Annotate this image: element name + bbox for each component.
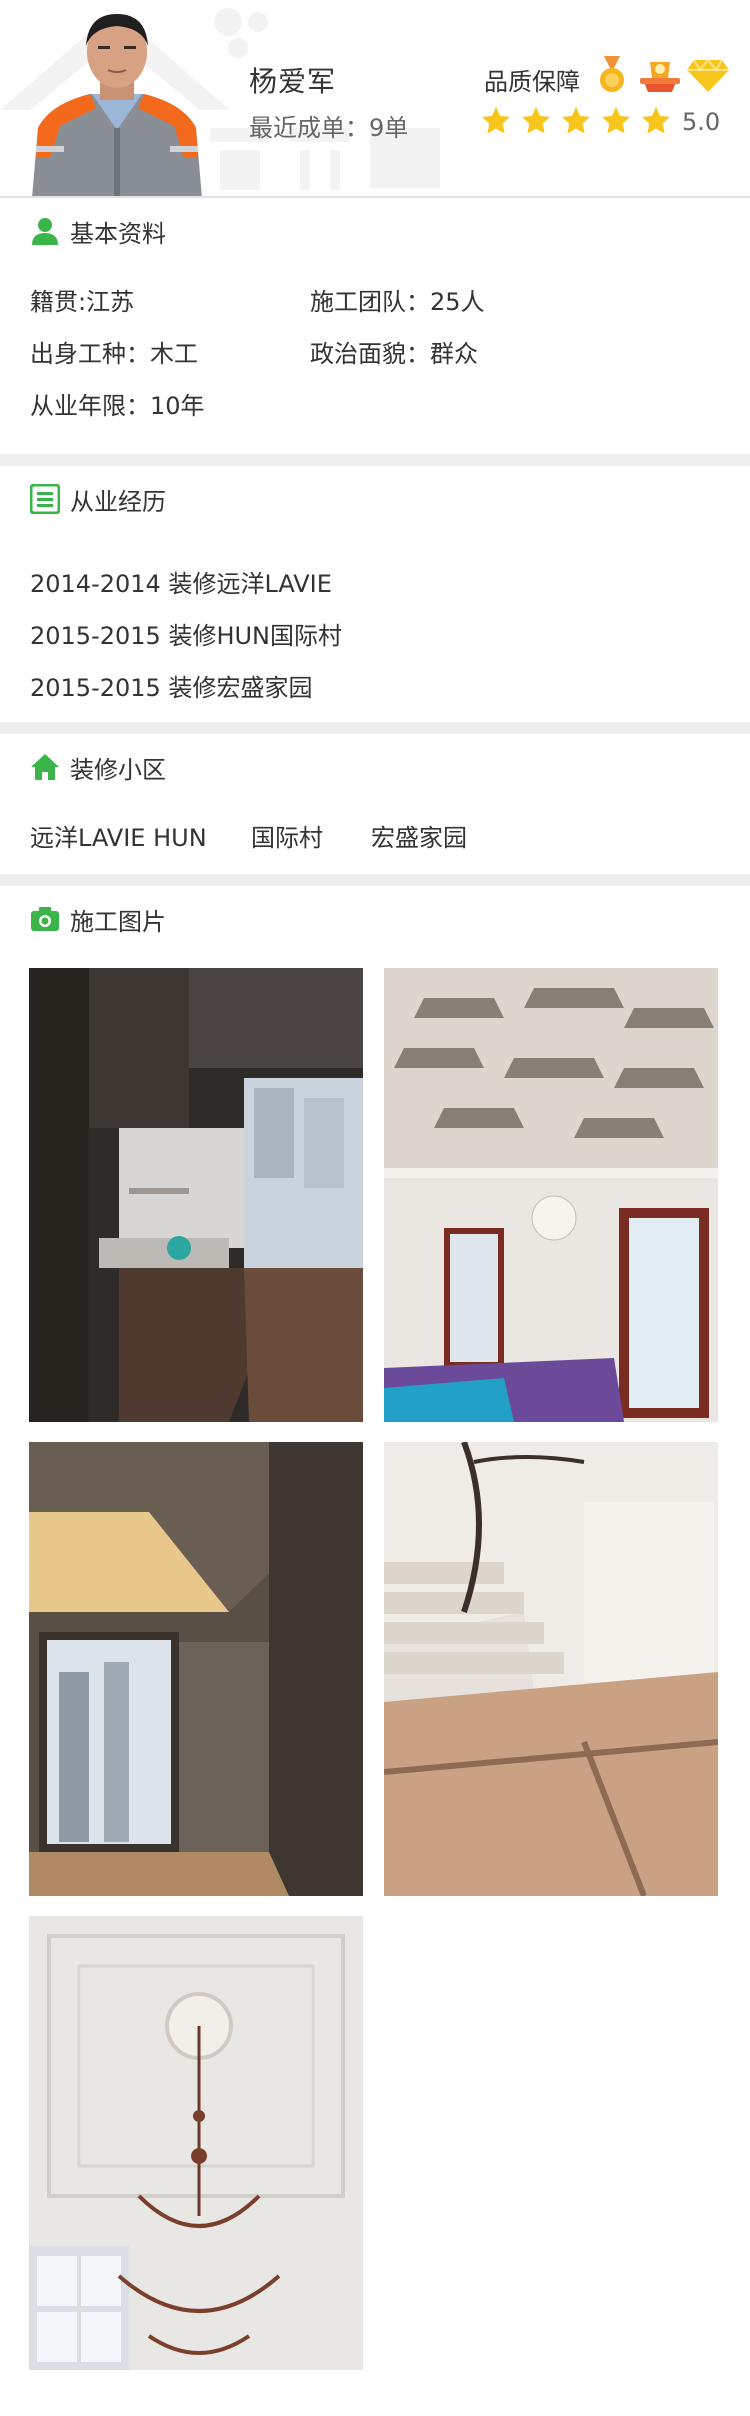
star-icon [482,107,510,134]
photos-header: 施工图片 [0,886,750,952]
team-size-field: 施工团队：25人 [310,288,485,316]
quality-guarantee-label: 品质保障 [484,68,580,96]
community-item[interactable]: 远洋LAVIE HUN [30,818,207,853]
photos-title: 施工图片 [70,907,166,936]
experience-section: 从业经历 2014-2014 装修远洋LAVIE 2015-2015 装修HUN… [0,466,750,722]
ceiling-living-room-photo[interactable] [384,968,718,1422]
basic-info-section: 基本资料 籍贯:江苏 施工团队：25人 出身工种：木工 政治面貌：群众 从业年限… [0,198,750,454]
experience-item: 2015-2015 装修HUN国际村 [30,622,343,650]
badge-group [590,56,734,94]
political-status-field: 政治面貌：群众 [310,340,478,368]
kitchen-photo[interactable] [29,968,363,1422]
experience-item: 2014-2014 装修远洋LAVIE [30,570,332,598]
experience-title: 从业经历 [70,487,166,516]
avatar [32,14,202,196]
staircase-photo[interactable] [384,1442,718,1896]
star-rating [480,105,680,137]
list-icon [30,484,60,514]
section-divider [0,722,750,734]
person-icon [32,218,58,245]
experience-list: 2014-2014 装修远洋LAVIE 2015-2015 装修HUN国际村 2… [0,532,750,714]
rating-score: 5.0 [682,108,721,136]
section-divider [0,874,750,886]
worker-name: 杨爱军 [249,65,337,98]
home-icon [31,754,59,780]
trade-field: 出身工种：木工 [30,340,198,368]
experience-item: 2015-2015 装修宏盛家园 [30,674,313,702]
apartment-corridor-photo[interactable] [29,1442,363,1896]
communities-list: 远洋LAVIE HUN 国际村 宏盛家园 [0,800,750,874]
communities-header: 装修小区 [0,734,750,800]
communities-section: 装修小区 远洋LAVIE HUN 国际村 宏盛家园 [0,734,750,874]
basic-info-header: 基本资料 [0,198,750,264]
section-divider [0,454,750,466]
trophy-badge-icon [640,62,680,92]
chandelier-hall-photo[interactable] [29,1916,363,2370]
worker-header: 杨爱军 最近成单：9单 品质保障 5.0 [0,0,750,198]
diamond-badge-icon [687,58,729,92]
star-icon [522,107,550,134]
community-item[interactable]: 国际村 [251,818,323,853]
recent-deals-count: 最近成单：9单 [249,114,409,142]
basic-info-title: 基本资料 [70,219,166,248]
star-icon [642,107,670,134]
star-icon [602,107,630,134]
experience-header: 从业经历 [0,466,750,532]
star-icon [562,107,590,134]
camera-icon [31,907,59,931]
years-field: 从业年限：10年 [30,392,205,420]
basic-info-fields: 籍贯:江苏 施工团队：25人 出身工种：木工 政治面貌：群众 从业年限：10年 [0,264,750,454]
photos-section: 施工图片 [0,886,750,2414]
medal-badge-icon [600,56,624,92]
community-item[interactable]: 宏盛家园 [371,818,467,853]
communities-title: 装修小区 [70,755,166,784]
hometown-field: 籍贯:江苏 [30,288,135,316]
